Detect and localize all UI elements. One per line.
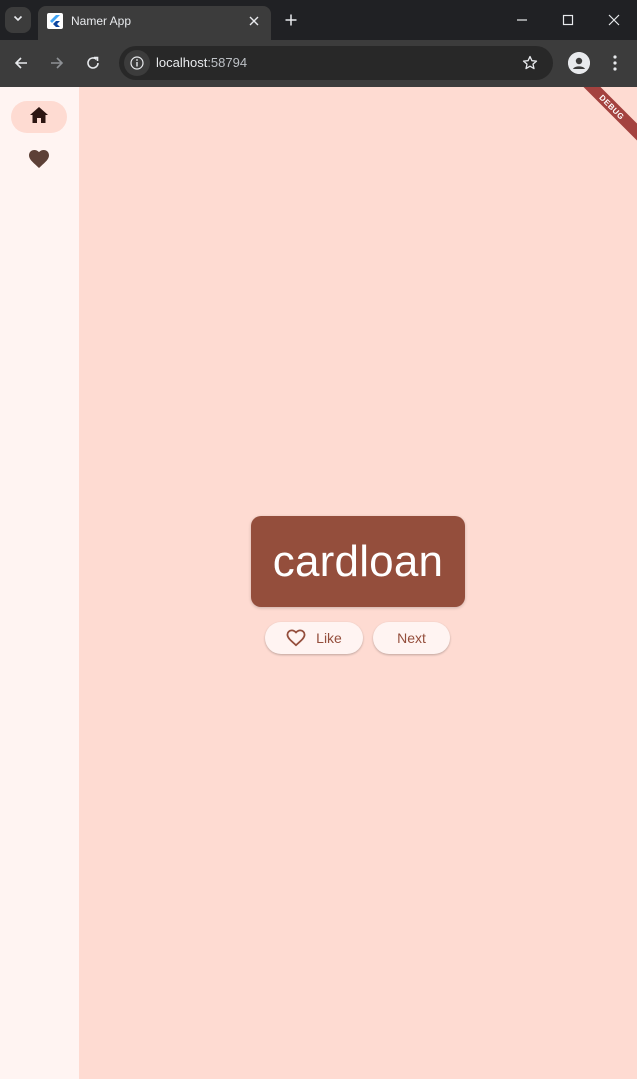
next-label: Next (397, 630, 426, 646)
url-host: localhost (156, 55, 208, 70)
like-label: Like (316, 630, 342, 646)
flutter-logo-icon (47, 13, 63, 29)
site-info-icon[interactable] (124, 50, 150, 76)
tab-search-button[interactable] (5, 7, 31, 33)
address-bar[interactable]: localhost:58794 (119, 46, 553, 80)
tab-close-icon[interactable] (245, 12, 263, 30)
forward-arrow-icon[interactable] (46, 52, 68, 74)
navigation-rail (0, 87, 79, 1079)
home-icon (29, 106, 49, 129)
browser-tab-strip: Namer App (0, 0, 637, 40)
reload-icon[interactable] (82, 52, 104, 74)
profile-avatar-icon[interactable] (568, 52, 590, 74)
debug-banner: DEBUG (572, 87, 637, 147)
nav-favorites[interactable] (11, 145, 67, 177)
heart-outline-icon (286, 629, 306, 647)
maximize-icon[interactable] (556, 8, 580, 32)
close-window-icon[interactable] (602, 8, 626, 32)
app-viewport: cardloan Like Next DEBUG (0, 87, 637, 1079)
minimize-icon[interactable] (510, 8, 534, 32)
next-button[interactable]: Next (373, 622, 450, 654)
heart-icon (28, 149, 50, 174)
debug-banner-text: DEBUG (597, 92, 627, 122)
browser-toolbar: localhost:58794 (0, 40, 637, 87)
url-port: :58794 (207, 55, 248, 70)
new-tab-button[interactable] (281, 10, 301, 30)
bookmark-star-icon[interactable] (521, 54, 539, 72)
back-arrow-icon[interactable] (10, 52, 32, 74)
word-pair-card: cardloan (251, 516, 465, 607)
url-text: localhost:58794 (156, 55, 247, 70)
nav-home[interactable] (11, 101, 67, 133)
browser-tab[interactable]: Namer App (38, 6, 271, 40)
tab-title: Namer App (71, 14, 132, 28)
word-pair-text: cardloan (272, 536, 444, 586)
chevron-down-icon (12, 11, 24, 29)
browser-menu-icon[interactable] (606, 52, 624, 74)
like-button[interactable]: Like (265, 622, 363, 654)
